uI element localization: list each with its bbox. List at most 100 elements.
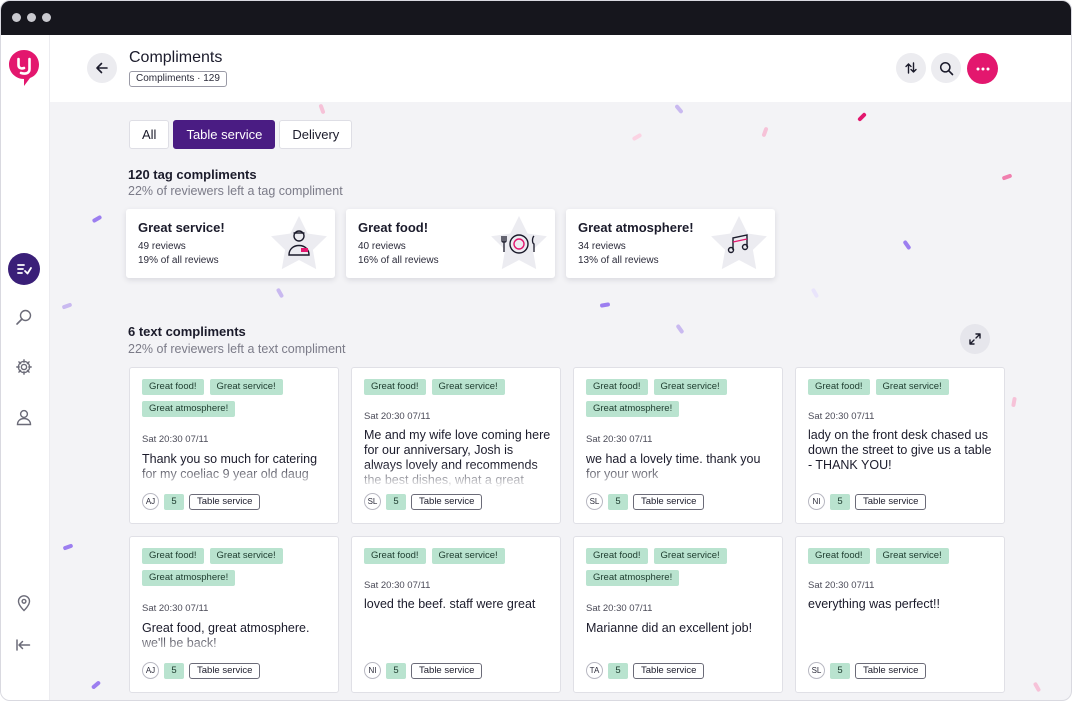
sidebar-item-location[interactable] — [8, 587, 40, 619]
tag-chip: Great food! — [808, 379, 870, 395]
tag-card-title: Great food! — [358, 220, 429, 235]
tag-card-great-service[interactable]: Great service! 49 reviews 19% of all rev… — [126, 209, 335, 278]
sidebar-collapse-button[interactable] — [8, 629, 40, 661]
sidebar-item-compliments[interactable] — [8, 253, 40, 285]
service-badge: Table service — [189, 493, 261, 510]
filter-tabs: All Table service Delivery — [129, 120, 353, 149]
review-tags: Great food! Great service! — [364, 379, 554, 395]
header-search-button[interactable] — [931, 53, 961, 83]
more-options-button[interactable] — [967, 53, 998, 84]
tag-card-great-food[interactable]: Great food! 40 reviews 16% of all review… — [346, 209, 555, 278]
tag-chip: Great atmosphere! — [586, 401, 680, 417]
review-footer: AJ 5 Table service — [142, 493, 261, 510]
tag-chip: Great atmosphere! — [586, 570, 680, 586]
review-card[interactable]: Great food! Great service! Sat 20:30 07/… — [351, 536, 561, 693]
avatar: NI — [364, 662, 381, 679]
tag-chip: Great food! — [808, 548, 870, 564]
service-badge: Table service — [189, 662, 261, 679]
window-close-dot[interactable] — [12, 13, 21, 22]
review-text: lady on the front desk chased us down th… — [808, 428, 992, 472]
review-date: Sat 20:30 07/11 — [586, 603, 653, 614]
service-badge: Table service — [411, 493, 483, 510]
review-date: Sat 20:30 07/11 — [808, 411, 875, 422]
search-icon — [939, 61, 953, 75]
review-card[interactable]: Great food! Great service! Great atmosph… — [573, 536, 783, 693]
tag-chip: Great service! — [653, 548, 727, 564]
avatar: NI — [808, 493, 825, 510]
review-card[interactable]: Great food! Great service! Sat 20:30 07/… — [795, 367, 1005, 524]
more-icon — [976, 67, 989, 70]
tag-card-percent: 13% of all reviews — [578, 255, 659, 266]
avatar: AJ — [142, 493, 159, 510]
review-footer: SL 5 Table service — [808, 662, 927, 679]
review-tags: Great food! Great service! — [808, 379, 998, 395]
sidebar — [1, 35, 50, 700]
avatar: SL — [808, 662, 825, 679]
user-icon — [16, 409, 32, 426]
tag-chip: Great atmosphere! — [142, 401, 236, 417]
tag-chip: Great food! — [142, 379, 204, 395]
window-titlebar — [1, 1, 1071, 35]
avatar: TA — [586, 662, 603, 679]
rating-badge: 5 — [830, 493, 850, 510]
review-card[interactable]: Great food! Great service! Great atmosph… — [573, 367, 783, 524]
review-card[interactable]: Great food! Great service! Sat 20:30 07/… — [351, 367, 561, 524]
tab-all[interactable]: All — [129, 120, 170, 149]
review-card[interactable]: Great food! Great service! Sat 20:30 07/… — [795, 536, 1005, 693]
review-tags: Great food! Great service! Great atmosph… — [142, 548, 332, 586]
text-compliments-title: 6 text compliments — [128, 324, 246, 339]
review-footer: SL 5 Table service — [586, 493, 705, 510]
sort-button[interactable] — [896, 53, 926, 83]
sidebar-item-search[interactable] — [8, 301, 40, 333]
page-header: Compliments Compliments · 129 — [50, 35, 1071, 102]
rating-badge: 5 — [608, 493, 628, 510]
tag-chip: Great service! — [209, 379, 283, 395]
sidebar-item-profile[interactable] — [8, 401, 40, 433]
window-maximize-dot[interactable] — [42, 13, 51, 22]
text-fade — [130, 464, 338, 488]
review-tags: Great food! Great service! Great atmosph… — [586, 548, 776, 586]
arrow-left-icon — [96, 62, 108, 74]
review-text: everything was perfect!! — [808, 597, 941, 611]
tag-card-reviews: 49 reviews — [138, 241, 186, 252]
review-text: loved the beef. staff were great — [364, 597, 536, 611]
back-button[interactable] — [87, 53, 117, 83]
service-badge: Table service — [411, 662, 483, 679]
tag-card-title: Great service! — [138, 220, 225, 235]
tab-delivery[interactable]: Delivery — [279, 120, 353, 149]
yogiyo-logo[interactable] — [8, 49, 40, 87]
tag-card-great-atmosphere[interactable]: Great atmosphere! 34 reviews 13% of all … — [566, 209, 775, 278]
window-minimize-dot[interactable] — [27, 13, 36, 22]
avatar: AJ — [142, 662, 159, 679]
tag-chip: Great food! — [364, 548, 426, 564]
review-footer: TA 5 Table service — [586, 662, 705, 679]
tag-card-title: Great atmosphere! — [578, 220, 694, 235]
tab-table-service[interactable]: Table service — [173, 120, 276, 149]
tag-chip: Great food! — [364, 379, 426, 395]
main-content: All Table service Delivery 120 tag compl… — [50, 102, 1071, 700]
review-date: Sat 20:30 07/11 — [364, 411, 431, 422]
review-tags: Great food! Great service! — [364, 548, 554, 564]
tag-chip: Great food! — [586, 548, 648, 564]
text-fade — [574, 464, 782, 488]
tag-chip: Great service! — [431, 379, 505, 395]
rating-badge: 5 — [386, 662, 406, 679]
expand-icon — [969, 333, 981, 345]
review-date: Sat 20:30 07/11 — [142, 434, 209, 445]
rating-badge: 5 — [164, 493, 184, 510]
sidebar-item-settings[interactable] — [8, 351, 40, 383]
rating-badge: 5 — [164, 662, 184, 679]
review-card[interactable]: Great food! Great service! Great atmosph… — [129, 536, 339, 693]
waiter-icon — [271, 216, 327, 270]
tag-chip: Great service! — [875, 379, 949, 395]
tag-chip: Great service! — [875, 548, 949, 564]
review-footer: SL 5 Table service — [364, 493, 483, 510]
tag-compliments-subtitle: 22% of reviewers left a tag compliment — [128, 184, 343, 198]
review-card[interactable]: Great food! Great service! Great atmosph… — [129, 367, 339, 524]
text-fade — [130, 633, 338, 657]
review-date: Sat 20:30 07/11 — [364, 580, 431, 591]
expand-button[interactable] — [960, 324, 990, 354]
tag-card-reviews: 40 reviews — [358, 241, 406, 252]
text-fade — [352, 464, 560, 488]
service-badge: Table service — [855, 493, 927, 510]
